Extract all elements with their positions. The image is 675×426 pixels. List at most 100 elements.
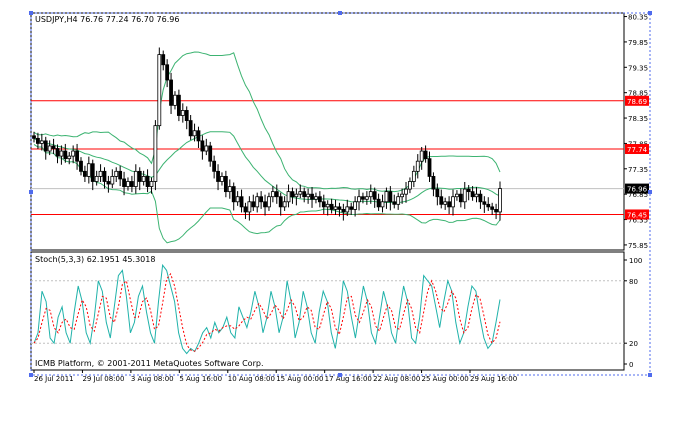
candle-body: [435, 188, 440, 198]
candle-body: [86, 163, 91, 177]
candle-body: [267, 196, 271, 208]
stoch-tick-label: 20: [629, 340, 638, 348]
candle-body: [94, 176, 99, 182]
candle-body: [270, 191, 275, 198]
candle-body: [110, 176, 115, 185]
resize-handle[interactable]: [648, 373, 652, 377]
candle-body: [357, 196, 361, 203]
candle-body: [306, 193, 311, 198]
candle-body: [255, 196, 260, 208]
candle-body: [415, 160, 420, 172]
candle-body: [59, 150, 64, 157]
candle-body: [204, 145, 209, 152]
candle-body: [169, 79, 173, 106]
stoch-panel: [31, 263, 624, 355]
candle-body: [149, 181, 154, 187]
candle-body: [75, 150, 79, 162]
resize-handle[interactable]: [648, 190, 652, 194]
time-tick-label: 22 Aug 08:00: [373, 375, 420, 383]
candle-body: [404, 188, 408, 195]
current-price-label: 76.96: [627, 186, 648, 194]
resize-handle[interactable]: [29, 11, 33, 15]
candle-body: [157, 54, 162, 127]
price-tick-label: 77.35: [628, 166, 648, 174]
candle-body: [419, 150, 424, 162]
time-tick-label: 26 Jul 2011: [34, 375, 74, 383]
time-tick-label: 25 Aug 00:00: [422, 375, 469, 383]
candle-body: [455, 193, 459, 198]
candle-body: [98, 170, 103, 177]
time-tick-label: 15 Aug 00:00: [276, 375, 323, 383]
level-tag-label: 76.45: [627, 211, 647, 219]
candle-body: [231, 186, 236, 203]
candle-body: [106, 181, 111, 185]
level-tag-label: 77.74: [627, 146, 648, 154]
candle-body: [192, 130, 197, 137]
level-tag-label: 78.69: [627, 98, 647, 106]
candle-body: [67, 155, 72, 160]
resize-handle[interactable]: [648, 11, 652, 15]
candle-body: [490, 206, 495, 210]
candle-body: [478, 193, 483, 203]
candle-body: [251, 201, 256, 208]
price-tick-label: 79.85: [628, 39, 648, 47]
candle-body: [353, 201, 358, 210]
time-tick-label: 29 Aug 16:00: [470, 375, 517, 383]
price-tick-label: 75.85: [628, 242, 648, 250]
candle-body: [79, 160, 83, 172]
candle-body: [400, 193, 405, 198]
candle-body: [126, 181, 130, 187]
candle-body: [498, 188, 502, 213]
candle-body: [372, 191, 377, 200]
candle-body: [392, 201, 397, 205]
stoch-panel-frame: [30, 251, 625, 371]
candle-body: [83, 170, 87, 177]
indicator-header: Stoch(5,3,3) 62.1951 45.3018: [35, 255, 155, 264]
candle-body: [466, 188, 471, 193]
price-tick-label: 78.35: [628, 115, 648, 123]
candle-body: [180, 110, 185, 116]
candle-body: [314, 196, 318, 200]
resize-handle[interactable]: [29, 373, 33, 377]
candle-body: [411, 170, 416, 182]
resize-handle[interactable]: [338, 373, 342, 377]
chart-canvas[interactable]: 80.3579.8579.3578.8578.3577.8577.3576.85…: [0, 0, 675, 426]
candle-body: [165, 64, 170, 81]
time-tick-label: 5 Aug 16:00: [179, 375, 222, 383]
resize-handle[interactable]: [338, 11, 342, 15]
candle-body: [188, 120, 193, 137]
candle-body: [47, 145, 52, 152]
candle-body: [223, 176, 228, 193]
resize-handle[interactable]: [29, 190, 33, 194]
stoch-main-line: [33, 263, 501, 355]
time-tick-label: 3 Aug 08:00: [131, 375, 174, 383]
candle-body: [176, 94, 181, 116]
candle-body: [345, 206, 350, 213]
candle-body: [427, 158, 432, 177]
price-panel: [31, 47, 624, 244]
candle-body: [458, 193, 463, 203]
candle-body: [278, 196, 283, 208]
candle-body: [200, 140, 205, 152]
candle-body: [161, 54, 166, 66]
candle-body: [133, 170, 138, 187]
candle-body: [51, 145, 56, 149]
candle-body: [482, 201, 487, 205]
candle-body: [55, 148, 60, 157]
candle-body: [470, 191, 475, 198]
time-tick-label: 10 Aug 08:00: [228, 375, 275, 383]
candle-body: [196, 130, 201, 142]
chart-window: 80.3579.8579.3578.8578.3577.8577.3576.85…: [0, 0, 675, 426]
candle-body: [376, 198, 381, 208]
candle-body: [388, 191, 393, 203]
time-tick-label: 17 Aug 16:00: [325, 375, 372, 383]
price-tick-label: 80.35: [628, 14, 648, 22]
candle-body: [486, 203, 491, 208]
candle-body: [474, 193, 479, 198]
candle-body: [114, 170, 119, 177]
candle-body: [329, 203, 334, 210]
candle-body: [333, 206, 338, 210]
candle-body: [235, 196, 240, 203]
candle-body: [274, 191, 279, 198]
candle-body: [263, 201, 267, 208]
